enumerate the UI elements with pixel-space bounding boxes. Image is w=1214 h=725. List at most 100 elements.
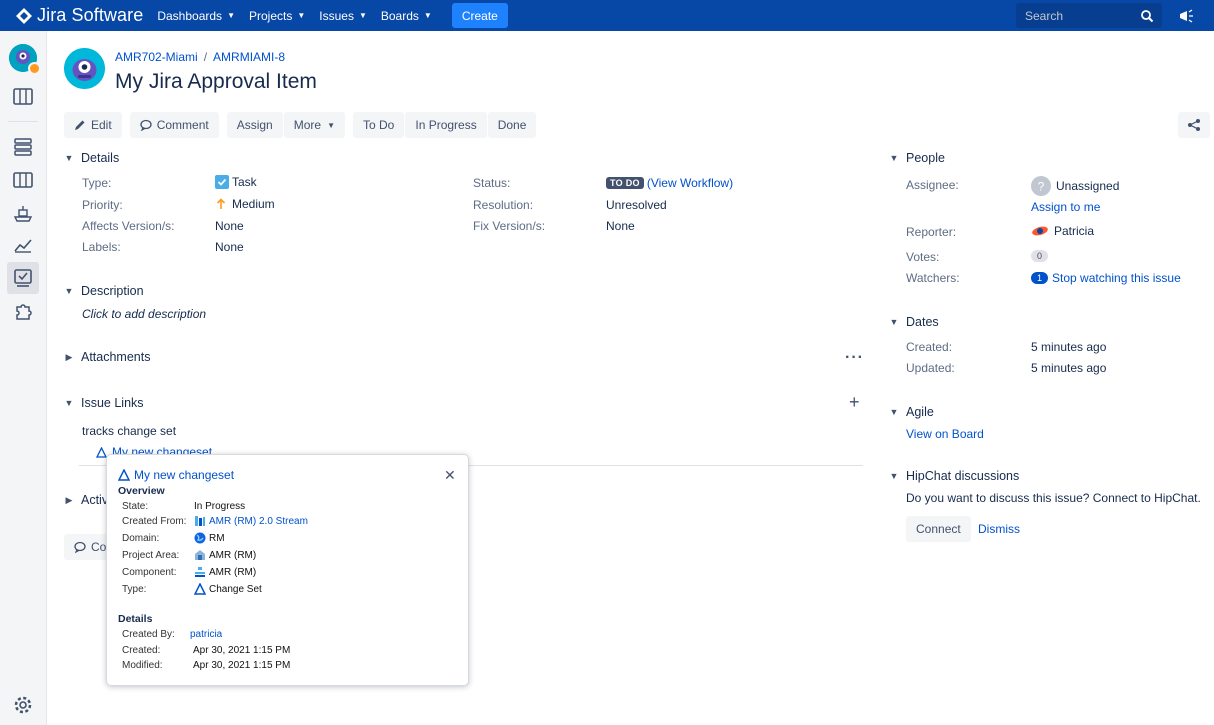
nav-projects[interactable]: Projects ▼ [249,9,305,23]
assign-button[interactable]: Assign [226,112,283,138]
jira-logo-icon [16,7,32,24]
releases-icon[interactable] [11,201,35,225]
nav-dashboards[interactable]: Dashboards ▼ [157,9,235,23]
popover-stream-link[interactable]: AMR (RM) 2.0 Stream [209,516,308,527]
view-on-board-link[interactable]: View on Board [906,427,984,441]
board-icon[interactable] [11,85,35,109]
share-icon [1188,119,1200,131]
project-area-icon [194,549,206,561]
breadcrumb-issue-key-link[interactable]: AMRMIAMI-8 [213,50,285,64]
assign-to-me-link[interactable]: Assign to me [1031,200,1100,214]
votes-label: Votes: [906,250,940,264]
backlog-icon[interactable] [11,135,35,159]
settings-gear-icon[interactable] [11,693,35,717]
issue-links-section-toggle[interactable]: ▼ Issue Links [64,396,144,410]
nav-boards[interactable]: Boards ▼ [381,9,432,23]
popover-modified-label: Modified: [122,660,163,671]
pencil-icon [74,119,86,131]
project-sidebar [0,31,47,725]
popover-created-value: Apr 30, 2021 1:15 PM [193,645,291,656]
chevron-down-icon: ▼ [889,153,899,163]
popover-project-area-value: AMR (RM) [194,549,256,561]
add-on-puzzle-icon[interactable] [11,299,35,323]
activity-section-toggle[interactable]: ▶ Activ [64,493,109,507]
changeset-triangle-icon [118,469,130,481]
description-section-toggle[interactable]: ▼ Description [64,284,144,298]
top-navigation-bar: Jira Software Dashboards ▼ Projects ▼ Is… [0,0,1214,31]
create-button[interactable]: Create [451,3,508,28]
activity-comment-label: Co [91,540,107,554]
issue-title[interactable]: My Jira Approval Item [115,70,317,94]
attachments-section-toggle[interactable]: ▶ Attachments [64,350,151,364]
reports-icon[interactable] [11,233,35,257]
project-avatar[interactable] [9,44,41,75]
search-placeholder: Search [1025,8,1064,23]
watchers-count[interactable]: 1 [1031,272,1049,284]
more-actions-ellipsis-icon[interactable]: ··· [845,349,864,367]
stop-watching-link[interactable]: Stop watching this issue [1052,271,1181,285]
active-sprints-icon[interactable] [11,168,35,192]
popover-created-by-link[interactable]: patricia [190,629,222,640]
hipchat-section-toggle[interactable]: ▼ HipChat discussions [889,469,1020,483]
nav-issues-label: Issues [319,8,354,23]
dates-heading: Dates [906,315,939,329]
svg-text:?: ? [1038,180,1045,194]
transition-in-progress-button[interactable]: In Progress [405,112,487,138]
megaphone-icon[interactable] [1178,8,1194,24]
view-workflow-link[interactable]: (View Workflow) [647,176,733,190]
share-button[interactable] [1178,112,1210,138]
popover-state-label: State: [122,501,149,512]
affects-version-label: Affects Version/s: [82,219,175,233]
jira-home-link[interactable]: Jira Software [16,5,143,26]
transition-done-button[interactable]: Done [487,112,537,138]
popover-changeset-link[interactable]: My new changeset [134,468,234,482]
details-heading: Details [81,151,120,165]
monster-avatar-icon [64,48,105,89]
breadcrumb-project-link[interactable]: AMR702-Miami [115,50,198,64]
reporter-value-text: Patricia [1054,224,1095,238]
people-section-toggle[interactable]: ▼ People [889,151,945,165]
fix-version-value: None [606,219,635,233]
transition-todo-button[interactable]: To Do [353,112,405,138]
comment-button-label: Comment [156,118,209,132]
comment-icon [74,541,86,553]
edit-button[interactable]: Edit [64,112,122,138]
chevron-down-icon: ▼ [889,407,899,417]
add-link-plus-icon[interactable]: + [849,392,860,413]
priority-value: Medium [215,197,275,211]
nav-issues[interactable]: Issues ▼ [319,9,367,23]
votes-value[interactable]: 0 [1031,250,1049,262]
attachments-heading: Attachments [81,350,151,364]
search-input[interactable]: Search [1016,3,1162,28]
popover-created-by-label: Created By: [122,629,175,640]
popover-details-heading: Details [118,613,153,625]
created-value: 5 minutes ago [1031,340,1107,354]
close-icon[interactable]: ✕ [444,467,456,484]
popover-component-label: Component: [122,567,177,578]
description-placeholder[interactable]: Click to add description [82,307,206,321]
affects-version-value: None [215,219,244,233]
search-icon[interactable] [1140,9,1154,23]
resolution-value: Unresolved [606,198,667,212]
reporter-avatar-icon [1032,226,1048,236]
comment-button[interactable]: Comment [129,112,219,138]
approvals-icon[interactable] [7,262,39,294]
more-button[interactable]: More ▼ [283,112,345,138]
reporter-value: Patricia [1031,224,1094,238]
hipchat-dismiss-link[interactable]: Dismiss [978,522,1020,536]
details-section-toggle[interactable]: ▼ Details [64,151,120,165]
project-badge-icon [28,62,41,75]
dates-section-toggle[interactable]: ▼ Dates [889,315,939,329]
chevron-down-icon: ▼ [358,11,367,20]
popover-created-from-value: AMR (RM) 2.0 Stream [194,515,308,527]
agile-section-toggle[interactable]: ▼ Agile [889,405,934,419]
hipchat-connect-button[interactable]: Connect [906,516,971,542]
assignee-value: ? Unassigned [1031,176,1119,196]
type-label: Type: [82,176,112,190]
chevron-right-icon: ▶ [65,351,73,362]
popover-type-text: Change Set [209,583,262,595]
popover-project-area-text: AMR (RM) [209,549,257,561]
chevron-down-icon: ▼ [64,286,74,296]
nav-boards-label: Boards [380,8,419,23]
popover-type-label: Type: [122,584,147,595]
